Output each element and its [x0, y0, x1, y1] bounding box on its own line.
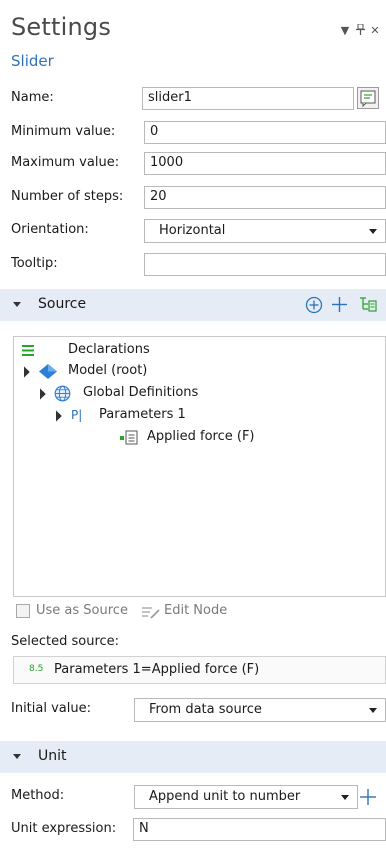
use-as-source-button[interactable]: Use as Source	[36, 603, 128, 618]
edit-node-button[interactable]: Edit Node	[164, 603, 227, 618]
chevron-down-icon	[341, 795, 349, 800]
max-row: Maximum value: 1000	[11, 152, 386, 176]
unit-expression-label: Unit expression:	[11, 821, 117, 836]
notes-button[interactable]	[357, 87, 379, 109]
collapse-icon	[13, 302, 21, 307]
name-label: Name:	[11, 90, 54, 105]
method-label: Method:	[11, 788, 65, 803]
unit-section-title: Unit	[38, 748, 67, 764]
edit-node-icon	[142, 607, 160, 619]
steps-row: Number of steps: 20	[11, 186, 386, 210]
selected-source-value: Parameters 1=Applied force (F)	[54, 662, 260, 677]
notes-icon	[360, 90, 376, 108]
unit-expression-input[interactable]: N	[133, 818, 386, 841]
tooltip-input[interactable]	[144, 253, 386, 276]
source-section-header[interactable]: Source	[0, 289, 386, 321]
name-input[interactable]: slider1	[142, 87, 354, 110]
tree-item-label: Applied force (F)	[147, 429, 255, 444]
tree-item-label: Global Definitions	[83, 385, 199, 400]
orientation-row: Orientation: Horizontal	[11, 219, 386, 243]
chevron-down-icon	[369, 708, 377, 713]
method-select[interactable]: Append unit to number	[134, 785, 358, 809]
unit-section-header[interactable]: Unit	[0, 741, 386, 773]
unit-expression-row: Unit expression: N	[11, 818, 386, 842]
tree-item-label: Declarations	[68, 342, 150, 357]
add-circle-icon[interactable]	[304, 295, 324, 315]
tree-item-label: Model (root)	[68, 363, 148, 378]
steps-label: Number of steps:	[11, 189, 124, 204]
steps-input[interactable]: 20	[144, 186, 386, 209]
panel-subtitle: Slider	[11, 52, 54, 70]
expand-arrow-icon[interactable]	[50, 410, 62, 422]
orientation-label: Orientation:	[11, 222, 89, 237]
initial-value-row: Initial value: From data source	[11, 698, 386, 722]
tooltip-row: Tooltip:	[11, 253, 386, 277]
method-value: Append unit to number	[149, 789, 301, 804]
dropdown-menu-icon[interactable]: ▼	[340, 24, 350, 38]
declarations-icon	[22, 345, 34, 356]
min-label: Minimum value:	[11, 124, 116, 139]
name-row: Name: slider1	[11, 87, 386, 111]
window-controls: ▼ ✕	[340, 23, 380, 38]
parameters-icon: P|	[71, 408, 83, 422]
expand-arrow-icon[interactable]	[34, 388, 46, 400]
globe-icon	[54, 385, 71, 402]
source-section-title: Source	[38, 296, 87, 312]
expand-arrow-icon[interactable]	[18, 366, 30, 378]
source-tree[interactable]: Declarations Model (root) Global Definit…	[13, 336, 386, 597]
parameter-icon	[120, 430, 138, 445]
max-label: Maximum value:	[11, 155, 120, 170]
panel-title: Settings	[11, 13, 112, 41]
selected-source-label: Selected source:	[11, 634, 120, 649]
orientation-value: Horizontal	[159, 223, 226, 238]
max-value-input[interactable]: 1000	[144, 152, 386, 175]
add-unit-icon[interactable]	[357, 786, 379, 808]
initial-value-value: From data source	[149, 702, 262, 717]
parameter-value-icon: 8.5	[29, 664, 44, 674]
collapse-icon	[13, 754, 21, 759]
tree-item-label: Parameters 1	[99, 407, 186, 422]
model-icon	[39, 364, 57, 379]
pin-icon[interactable]	[355, 23, 365, 38]
selected-source-field: 8.5 Parameters 1=Applied force (F)	[13, 656, 386, 684]
use-as-source-icon	[16, 604, 30, 618]
method-row: Method: Append unit to number	[11, 785, 386, 809]
chevron-down-icon	[369, 229, 377, 234]
min-value-input[interactable]: 0	[144, 121, 386, 144]
tooltip-label: Tooltip:	[11, 256, 58, 271]
orientation-select[interactable]: Horizontal	[144, 219, 386, 243]
initial-value-label: Initial value:	[11, 701, 91, 716]
close-icon[interactable]: ✕	[370, 24, 380, 38]
add-icon[interactable]	[331, 296, 348, 313]
tree-filter-icon[interactable]	[358, 295, 378, 315]
initial-value-select[interactable]: From data source	[134, 698, 386, 722]
min-row: Minimum value: 0	[11, 121, 386, 145]
